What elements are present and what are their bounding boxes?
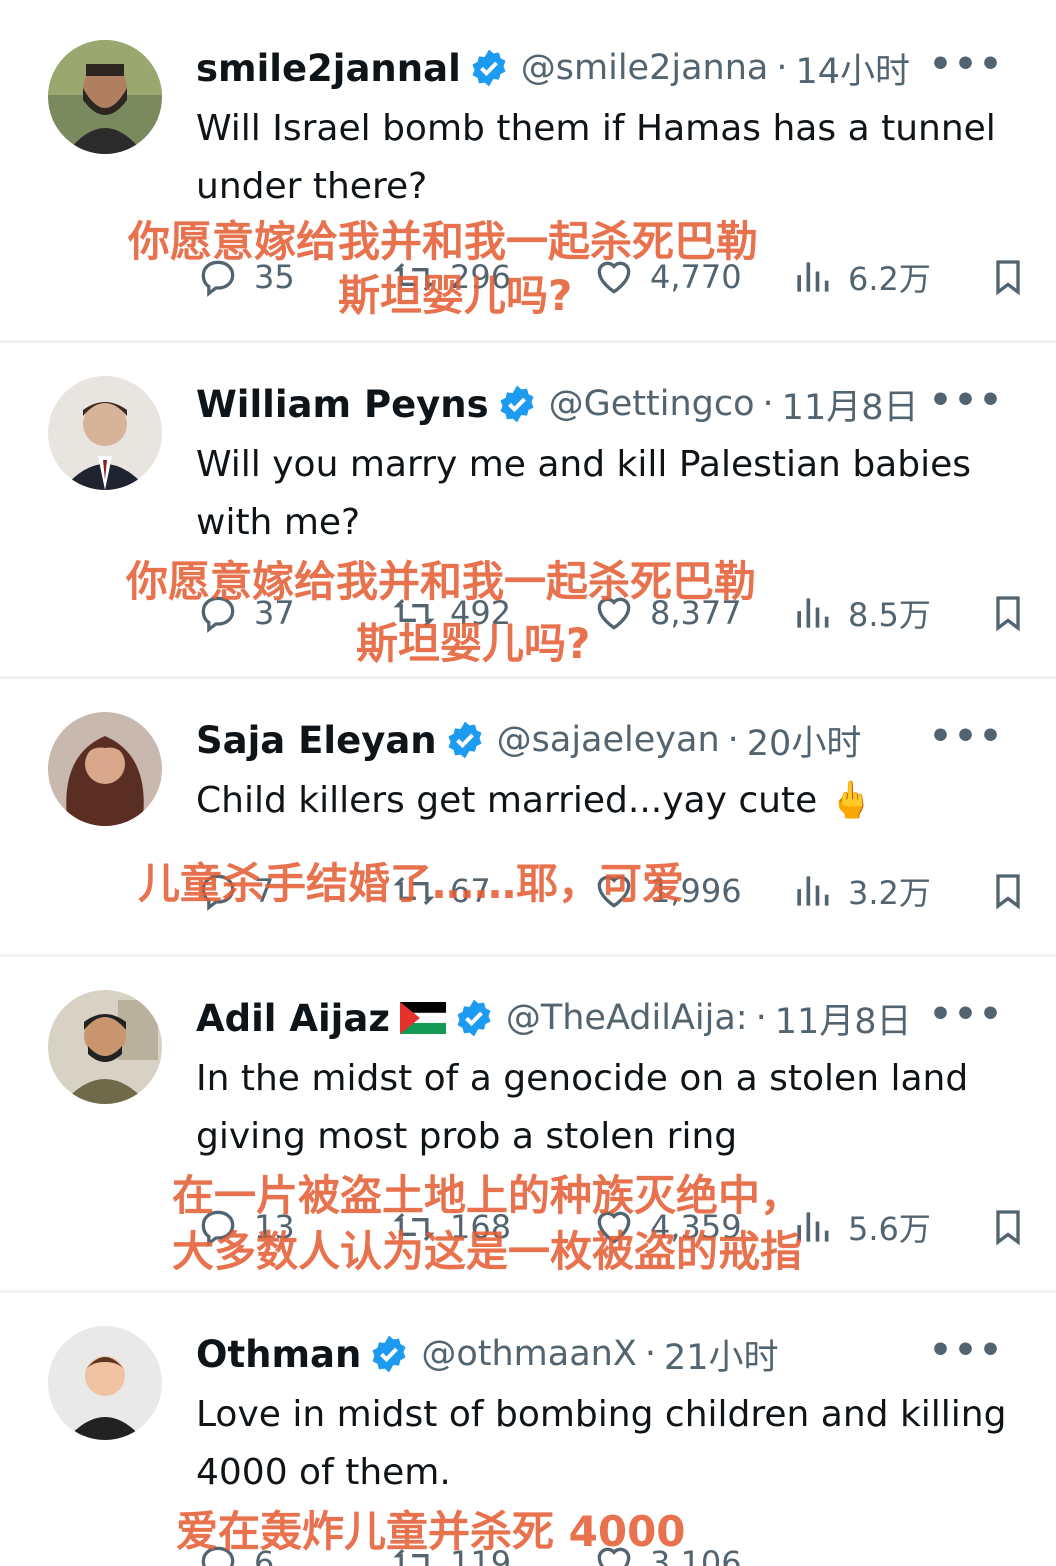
verified-badge-icon bbox=[448, 721, 482, 759]
dot-separator: · bbox=[762, 384, 774, 424]
post-header: William Peyns @Gettingco · 11月8日 ••• bbox=[196, 380, 1032, 428]
bookmark-button[interactable] bbox=[988, 252, 1028, 302]
user-handle[interactable]: @sajaeleyan bbox=[497, 720, 720, 760]
post-header: smile2jannal @smile2janna · 14小时 ••• bbox=[196, 44, 1032, 92]
view-count: 5.6万 bbox=[848, 1210, 931, 1248]
more-options-icon[interactable]: ••• bbox=[929, 716, 1004, 757]
emoji: 🖕 bbox=[828, 780, 874, 821]
bookmark-icon bbox=[996, 874, 1020, 910]
translation-overlay-line: 在一片被盗土地上的种族灭绝中， bbox=[172, 1171, 803, 1220]
translation-overlay-line: 爱在轰炸儿童并杀死 4000 bbox=[176, 1507, 686, 1556]
dot-separator: · bbox=[644, 1334, 656, 1374]
avatar[interactable] bbox=[48, 376, 162, 490]
display-name[interactable]: Othman bbox=[196, 1333, 361, 1376]
post-text: Love in midst of bombing children and ki… bbox=[196, 1394, 1007, 1493]
user-handle[interactable]: @Gettingco bbox=[549, 384, 755, 424]
avatar[interactable] bbox=[48, 1326, 162, 1440]
post-header: Adil Aijaz @TheAdilAija: · 11月8日 ••• bbox=[196, 994, 1032, 1042]
dot-separator: · bbox=[776, 48, 788, 88]
views-button[interactable]: 8.5万 bbox=[790, 588, 931, 638]
post-text-body: Child killers get married...yay cute bbox=[196, 780, 818, 821]
verified-badge-icon bbox=[457, 999, 491, 1037]
translation-overlay-line: 斯坦婴儿吗? bbox=[338, 271, 573, 320]
timestamp[interactable]: 20小时 bbox=[747, 715, 862, 766]
avatar[interactable] bbox=[48, 40, 162, 154]
translation-overlay-line: 你愿意嫁给我并和我一起杀死巴勒 bbox=[128, 217, 759, 266]
palestine-flag-icon bbox=[399, 1002, 446, 1034]
post-divider bbox=[0, 1290, 1056, 1293]
display-name[interactable]: William Peyns bbox=[196, 383, 489, 426]
post-divider bbox=[0, 954, 1056, 957]
views-icon bbox=[797, 262, 829, 292]
bookmark-icon bbox=[996, 596, 1020, 632]
translation-overlay-line: 你愿意嫁给我并和我一起杀死巴勒 bbox=[126, 557, 757, 606]
bookmark-button[interactable] bbox=[988, 588, 1028, 638]
post-text: Will Israel bomb them if Hamas has a tun… bbox=[196, 108, 996, 207]
post-text: Will you marry me and kill Palestian bab… bbox=[196, 444, 971, 543]
view-count: 6.2万 bbox=[848, 260, 931, 298]
display-name[interactable]: Saja Eleyan bbox=[196, 719, 437, 762]
bookmark-icon bbox=[996, 1210, 1020, 1246]
display-name[interactable]: smile2jannal bbox=[196, 47, 461, 90]
timestamp[interactable]: 21小时 bbox=[664, 1329, 779, 1380]
verified-badge-icon bbox=[500, 385, 534, 423]
dot-separator: · bbox=[755, 998, 767, 1038]
post-divider bbox=[0, 340, 1056, 343]
user-handle[interactable]: @smile2janna bbox=[521, 48, 769, 88]
avatar[interactable] bbox=[48, 990, 162, 1104]
post-header: Saja Eleyan @sajaeleyan · 20小时 ••• bbox=[196, 716, 1032, 764]
user-handle[interactable]: @othmaanX bbox=[421, 1334, 636, 1374]
translation-overlay-line: 斯坦婴儿吗? bbox=[356, 619, 591, 668]
verified-badge-icon bbox=[372, 1335, 406, 1373]
post-header: Othman @othmaanX · 21小时 ••• bbox=[196, 1330, 1032, 1378]
views-icon bbox=[797, 876, 829, 906]
bookmark-button[interactable] bbox=[988, 866, 1028, 916]
bookmark-button[interactable] bbox=[988, 1202, 1028, 1252]
user-handle[interactable]: @TheAdilAija: bbox=[506, 998, 748, 1038]
verified-badge-icon bbox=[472, 49, 506, 87]
dot-separator: · bbox=[727, 720, 739, 760]
post-divider bbox=[0, 676, 1056, 679]
view-count: 8.5万 bbox=[848, 596, 931, 634]
view-count: 3.2万 bbox=[848, 874, 931, 912]
timeline: smile2jannal @smile2janna · 14小时 ••• Wil… bbox=[0, 0, 1056, 1566]
views-button[interactable]: 3.2万 bbox=[790, 866, 931, 916]
timestamp[interactable]: 11月8日 bbox=[782, 379, 919, 430]
post-text: Child killers get married...yay cute 🖕 bbox=[196, 772, 1026, 830]
more-options-icon[interactable]: ••• bbox=[929, 44, 1004, 85]
views-button[interactable]: 6.2万 bbox=[790, 252, 931, 302]
views-button[interactable]: 5.6万 bbox=[790, 1202, 931, 1252]
translation-overlay-line: 大多数人认为这是一枚被盗的戒指 bbox=[172, 1227, 803, 1276]
display-name[interactable]: Adil Aijaz bbox=[196, 997, 390, 1040]
post-text: In the midst of a genocide on a stolen l… bbox=[196, 1058, 969, 1157]
timestamp[interactable]: 11月8日 bbox=[775, 993, 912, 1044]
more-options-icon[interactable]: ••• bbox=[929, 380, 1004, 421]
translation-overlay-line: 儿童杀手结婚了……耶，可爱 bbox=[138, 859, 685, 908]
views-icon bbox=[797, 598, 829, 628]
more-options-icon[interactable]: ••• bbox=[929, 994, 1004, 1035]
more-options-icon[interactable]: ••• bbox=[929, 1330, 1004, 1371]
avatar[interactable] bbox=[48, 712, 162, 826]
timestamp[interactable]: 14小时 bbox=[795, 43, 910, 94]
bookmark-icon bbox=[996, 260, 1020, 296]
